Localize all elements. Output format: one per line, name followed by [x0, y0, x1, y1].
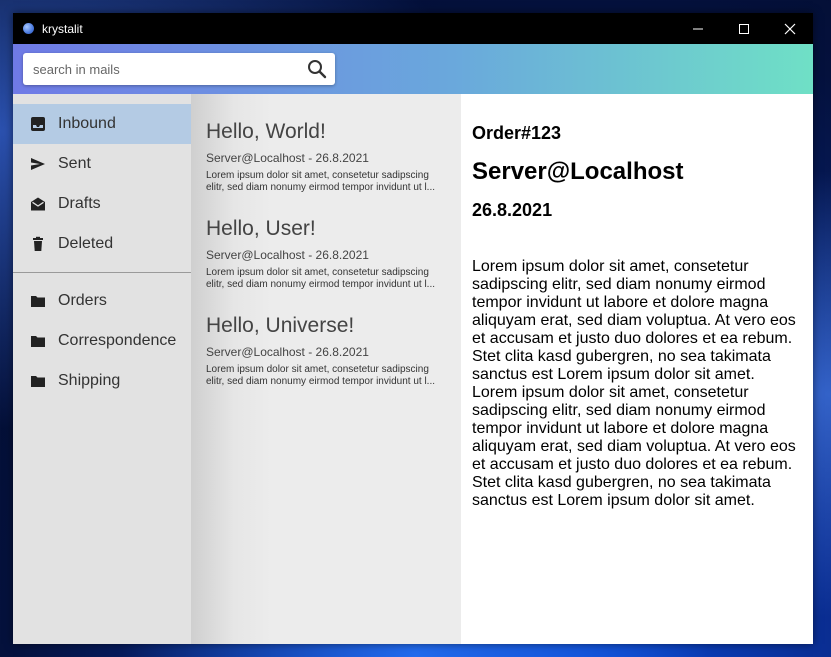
minimize-icon — [693, 28, 703, 29]
mail-meta: Server@Localhost - 26.8.2021 — [206, 248, 369, 262]
close-button[interactable] — [767, 13, 813, 44]
drafts-icon — [30, 196, 46, 212]
maximize-icon — [739, 23, 749, 34]
mail-list: Hello, World! Server@Localhost - 26.8.20… — [191, 94, 461, 644]
maximize-button[interactable] — [721, 13, 767, 44]
sidebar-folder-shipping[interactable]: Shipping — [13, 361, 191, 401]
app-window: krystalit search in mails Inbound Sent D… — [13, 13, 813, 644]
sidebar: Inbound Sent Drafts Deleted Orders Corre… — [13, 94, 191, 644]
reader-body: Lorem ipsum dolor sit amet, consetetur s… — [472, 258, 796, 509]
sidebar-item-drafts[interactable]: Drafts — [13, 184, 191, 224]
folder-icon — [30, 373, 46, 389]
search-input[interactable] — [23, 54, 293, 84]
mail-meta: Server@Localhost - 26.8.2021 — [206, 345, 369, 359]
main-area: Inbound Sent Drafts Deleted Orders Corre… — [13, 94, 813, 644]
sidebar-folder-label: Shipping — [58, 372, 121, 389]
sidebar-item-label: Sent — [58, 155, 91, 172]
sidebar-item-label: Deleted — [58, 235, 114, 252]
inbox-icon — [30, 116, 46, 132]
sidebar-item-inbound[interactable]: Inbound — [13, 104, 191, 144]
reader-order-title: Order#123 — [472, 123, 562, 143]
mail-preview: Lorem ipsum dolor sit amet, consetetur s… — [206, 170, 435, 193]
trash-icon — [30, 236, 46, 252]
sidebar-folder-orders[interactable]: Orders — [13, 281, 191, 321]
mail-subject: Hello, Universe! — [206, 314, 355, 337]
sidebar-folder-correspondence[interactable]: Correspondence — [13, 321, 191, 361]
search-button[interactable] — [305, 57, 329, 81]
title-bar: krystalit — [13, 13, 813, 44]
mail-reader: Order#123 Server@Localhost 26.8.2021 Lor… — [461, 94, 813, 644]
mail-meta: Server@Localhost - 26.8.2021 — [206, 151, 369, 165]
search-box — [23, 53, 335, 85]
folder-icon — [30, 293, 46, 309]
close-icon — [784, 23, 796, 34]
sidebar-item-sent[interactable]: Sent — [13, 144, 191, 184]
sidebar-folder-label: Correspondence — [58, 332, 177, 349]
search-icon — [308, 60, 327, 79]
mail-preview: Lorem ipsum dolor sit amet, consetetur s… — [206, 364, 435, 387]
mail-subject: Hello, User! — [206, 217, 316, 240]
sidebar-item-deleted[interactable]: Deleted — [13, 224, 191, 264]
mail-list-item[interactable]: Hello, User! Server@Localhost - 26.8.202… — [206, 217, 436, 291]
app-logo-icon — [23, 23, 34, 34]
sidebar-item-label: Inbound — [58, 115, 116, 132]
reader-sender: Server@Localhost — [472, 158, 684, 185]
folder-icon — [30, 333, 46, 349]
reader-date: 26.8.2021 — [472, 200, 553, 220]
send-icon — [30, 156, 46, 172]
mail-list-item[interactable]: Hello, Universe! Server@Localhost - 26.8… — [206, 314, 436, 388]
mail-preview: Lorem ipsum dolor sit amet, consetetur s… — [206, 267, 435, 290]
sidebar-folder-label: Orders — [58, 292, 107, 309]
sidebar-divider — [13, 272, 191, 273]
sidebar-item-label: Drafts — [58, 195, 101, 212]
minimize-button[interactable] — [675, 13, 721, 44]
window-controls — [675, 13, 813, 44]
header-bar — [13, 44, 813, 94]
mail-list-item[interactable]: Hello, World! Server@Localhost - 26.8.20… — [206, 120, 436, 194]
window-title: krystalit — [42, 21, 83, 36]
mail-subject: Hello, World! — [206, 120, 326, 143]
